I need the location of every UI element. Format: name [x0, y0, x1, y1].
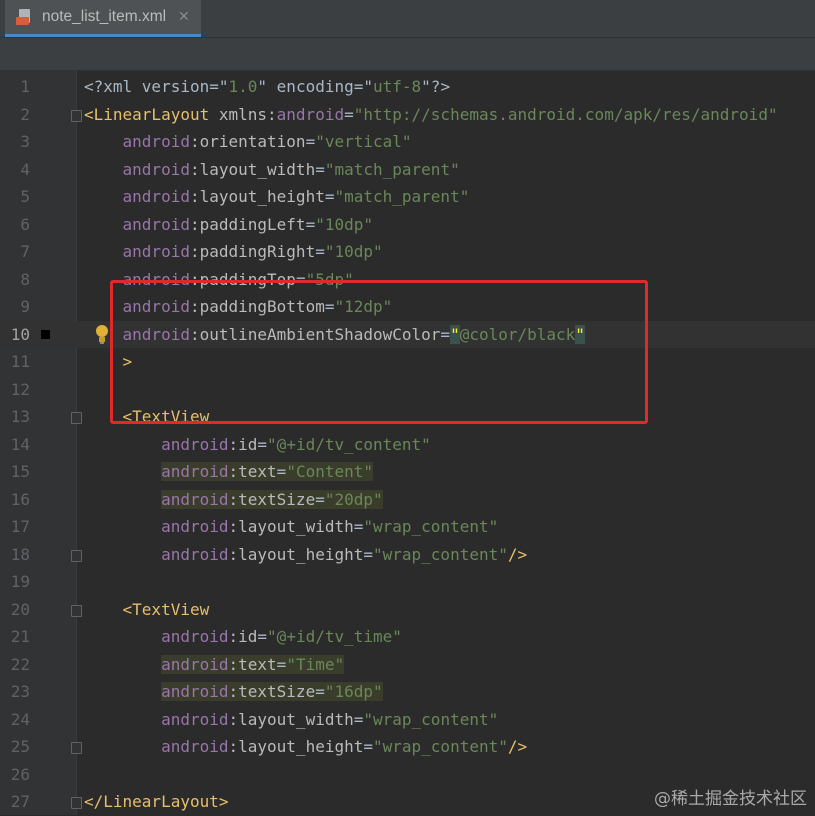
- code-text: android:textSize="16dp": [161, 682, 383, 701]
- line-number: 22: [10, 654, 30, 674]
- line-number: 2: [20, 104, 30, 124]
- line-number: 15: [10, 462, 30, 481]
- code-text: android:layout_width="wrap_content": [161, 709, 499, 729]
- code-line[interactable]: 22 android:text="Time": [0, 651, 815, 679]
- close-icon[interactable]: ✕: [178, 9, 190, 25]
- code-line[interactable]: 4 android:layout_width="match_parent": [0, 156, 815, 184]
- code-line[interactable]: 17 android:layout_width="wrap_content": [0, 513, 815, 541]
- line-number: 20: [10, 599, 30, 619]
- code-line[interactable]: 3 android:orientation="vertical": [0, 128, 815, 156]
- line-number: 24: [10, 709, 30, 729]
- line-number: 21: [10, 627, 30, 646]
- line-number: 3: [20, 132, 30, 151]
- code-text: </LinearLayout>: [84, 792, 229, 811]
- bookmark-icon[interactable]: [41, 329, 50, 339]
- code-line[interactable]: 20 <TextView: [0, 596, 815, 624]
- code-text: android:layout_height="wrap_content"/>: [161, 544, 528, 564]
- line-number: 7: [20, 242, 30, 261]
- code-line[interactable]: 24 android:layout_width="wrap_content": [0, 706, 815, 734]
- fold-marker-icon[interactable]: [71, 109, 82, 122]
- line-number: 1: [20, 77, 30, 96]
- fold-marker-icon[interactable]: [71, 412, 82, 424]
- code-line[interactable]: 5 android:layout_height="match_parent": [0, 183, 815, 211]
- code-line[interactable]: 14 android:id="@+id/tv_content": [0, 431, 815, 459]
- fold-marker-icon[interactable]: [71, 742, 82, 754]
- file-tab-label: note_list_item.xml: [42, 8, 167, 25]
- breadcrumb-bar: [0, 38, 815, 71]
- code-text: android:layout_height="wrap_content"/>: [161, 737, 528, 756]
- line-number: 11: [10, 352, 30, 371]
- code-line[interactable]: 25 android:layout_height="wrap_content"/…: [0, 733, 815, 761]
- line-number: 12: [10, 379, 30, 399]
- code-text: android:textSize="20dp": [161, 489, 383, 509]
- watermark: @稀土掘金技术社区: [654, 789, 807, 809]
- code-line[interactable]: 15 android:text="Content": [0, 458, 815, 486]
- line-number: 18: [10, 544, 30, 564]
- line-number: 25: [10, 737, 30, 756]
- line-number: 4: [20, 159, 30, 179]
- code-text: android:id="@+id/tv_content": [161, 434, 431, 454]
- code-line[interactable]: 7 android:paddingRight="10dp": [0, 238, 815, 266]
- code-text: android:text="Time": [161, 654, 345, 674]
- line-number: 26: [10, 764, 30, 784]
- code-text: android:paddingLeft="10dp": [122, 214, 373, 234]
- code-line[interactable]: 2 <LinearLayout xmlns:android="http://sch…: [0, 101, 815, 129]
- line-number: 5: [20, 187, 30, 206]
- line-number: 14: [10, 434, 30, 454]
- fold-marker-icon[interactable]: [71, 549, 82, 562]
- line-number: 17: [10, 517, 30, 536]
- line-number: 13: [10, 407, 30, 426]
- code-text: <LinearLayout xmlns:android="http://sche…: [84, 104, 778, 124]
- line-number: 9: [20, 297, 30, 316]
- highlight-annotation-box: [110, 280, 648, 424]
- xml-file-icon: [16, 8, 34, 26]
- code-text: android:paddingRight="10dp": [122, 242, 383, 261]
- code-line[interactable]: 21 android:id="@+id/tv_time": [0, 623, 815, 651]
- line-number: 10: [10, 324, 30, 344]
- line-number: 19: [10, 572, 30, 591]
- file-tab[interactable]: note_list_item.xml ✕: [5, 0, 201, 37]
- code-text: android:layout_width="match_parent": [122, 159, 460, 179]
- code-text: android:id="@+id/tv_time": [161, 627, 402, 646]
- code-text: android:orientation="vertical": [122, 132, 412, 151]
- fold-marker-icon[interactable]: [71, 797, 82, 809]
- code-line[interactable]: 16 android:textSize="20dp": [0, 486, 815, 514]
- code-line[interactable]: 23 android:textSize="16dp": [0, 678, 815, 706]
- line-number: 23: [10, 682, 30, 701]
- code-text: android:text="Content": [161, 462, 374, 481]
- editor-tab-bar: note_list_item.xml ✕: [0, 0, 815, 38]
- line-number: 6: [20, 214, 30, 234]
- line-number: 27: [10, 792, 30, 811]
- line-number: 8: [20, 269, 30, 289]
- code-text: android:layout_height="match_parent": [122, 187, 470, 206]
- code-line[interactable]: 18 android:layout_height="wrap_content"/…: [0, 541, 815, 569]
- code-editor[interactable]: 1 <?xml version="1.0" encoding="utf-8"?> 2…: [0, 71, 815, 815]
- fold-marker-icon[interactable]: [71, 604, 82, 617]
- code-text: android:layout_width="wrap_content": [161, 517, 499, 536]
- line-number: 16: [10, 489, 30, 509]
- code-line[interactable]: 19: [0, 568, 815, 596]
- code-line[interactable]: 6 android:paddingLeft="10dp": [0, 211, 815, 239]
- code-text: <?xml version="1.0" encoding="utf-8"?>: [84, 77, 451, 96]
- code-line[interactable]: 1 <?xml version="1.0" encoding="utf-8"?>: [0, 73, 815, 101]
- code-text: <TextView: [122, 599, 210, 619]
